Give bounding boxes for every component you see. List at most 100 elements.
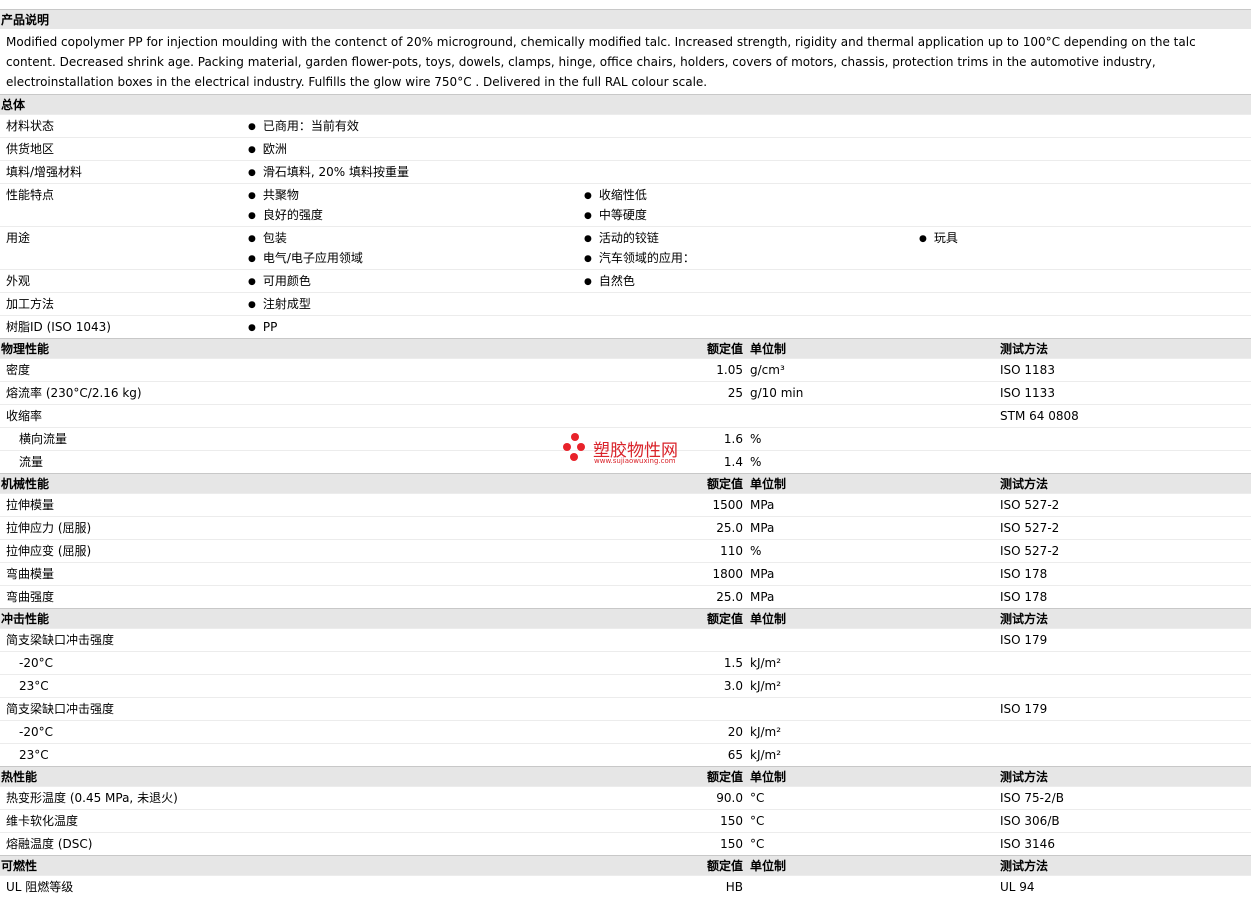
property-unit: kJ/m² <box>750 656 782 670</box>
property-value: 1800 <box>712 567 743 581</box>
bullet-item: 欧洲 <box>248 139 287 159</box>
property-value: HB <box>725 880 743 894</box>
property-row: UL 阻燃等级 HB UL 94 <box>0 875 1251 898</box>
property-value: 25 <box>727 386 743 400</box>
property-row: 拉伸应变 (屈服) 110% ISO 527-2 <box>0 539 1251 562</box>
bullet-item: 玩具 <box>919 228 958 248</box>
property-row: 简支梁缺口冲击强度 ISO 179 <box>0 628 1251 651</box>
test-method: ISO 527-2 <box>1000 544 1060 558</box>
column-header-method: 测试方法 <box>1000 342 1049 356</box>
test-method: ISO 179 <box>1000 702 1048 716</box>
column-header-value: 额定值 <box>706 770 743 784</box>
property-value: 1.4 <box>723 455 743 469</box>
bullet-item: 可用颜色 <box>248 271 311 291</box>
property-label: 维卡软化温度 <box>6 814 79 828</box>
general-rows: 材料状态 已商用：当前有效供货地区 欧洲填料/增强材料 滑石填料, 20% 填料按重量… <box>0 114 1251 338</box>
property-label: 23°C <box>19 748 49 762</box>
test-method: ISO 179 <box>1000 633 1048 647</box>
test-method: ISO 1183 <box>1000 363 1055 377</box>
row-label: 供货地区 <box>6 142 55 156</box>
property-label: 简支梁缺口冲击强度 <box>6 633 115 647</box>
bullet-column: PP <box>248 317 277 337</box>
section-title: 产品说明 <box>1 13 50 27</box>
section-title: 机械性能 <box>1 477 50 491</box>
property-unit: MPa <box>750 521 775 535</box>
bullet-item: 电气/电子应用领域 <box>248 248 363 268</box>
property-unit: % <box>750 455 762 469</box>
column-header-unit: 单位制 <box>750 612 787 626</box>
bullet-item: 滑石填料, 20% 填料按重量 <box>248 162 409 182</box>
general-row: 材料状态 已商用：当前有效 <box>0 114 1251 137</box>
property-unit: g/10 min <box>750 386 804 400</box>
property-label: 密度 <box>6 363 31 377</box>
bullet-item: 已商用：当前有效 <box>248 116 359 136</box>
column-header-value: 额定值 <box>706 342 743 356</box>
bullet-column: 可用颜色 <box>248 271 311 291</box>
general-row: 用途 包装电气/电子应用领域 活动的铰链汽车领域的应用： 玩具 <box>0 226 1251 269</box>
general-row: 供货地区 欧洲 <box>0 137 1251 160</box>
column-header-value: 额定值 <box>706 859 743 873</box>
property-value: 25.0 <box>716 590 743 604</box>
property-label: 熔流率 (230°C/2.16 kg) <box>6 386 142 400</box>
property-unit: °C <box>750 791 765 805</box>
property-label: 简支梁缺口冲击强度 <box>6 702 115 716</box>
section-header: 物理性能 额定值 单位制 测试方法 <box>0 338 1251 358</box>
property-row: 23°C 65 kJ/m² <box>0 743 1251 766</box>
property-value: 65 <box>727 748 743 762</box>
property-label: 拉伸应力 (屈服) <box>6 521 92 535</box>
row-label: 外观 <box>6 274 31 288</box>
section-title: 冲击性能 <box>1 612 50 626</box>
property-value: 20 <box>727 725 743 739</box>
property-row: 弯曲强度 25.0 MPa ISO 178 <box>0 585 1251 608</box>
bullet-item: PP <box>248 317 277 337</box>
property-row: 熔流率 (230°C/2.16 kg) 25 g/10 min ISO 1133 <box>0 381 1251 404</box>
property-value: 1.6 <box>723 432 743 446</box>
property-label: -20°C <box>19 656 53 670</box>
property-label: 拉伸模量 <box>6 498 55 512</box>
bullet-item: 活动的铰链 <box>584 228 695 248</box>
test-method: ISO 178 <box>1000 567 1048 581</box>
bullet-item: 中等硬度 <box>584 205 647 225</box>
property-value: 3.0 <box>723 679 743 693</box>
column-header-method: 测试方法 <box>1000 612 1049 626</box>
test-method: ISO 178 <box>1000 590 1048 604</box>
bullet-item: 自然色 <box>584 271 635 291</box>
column-header-unit: 单位制 <box>750 477 787 491</box>
bullet-column: 玩具 <box>919 228 958 248</box>
property-label: 熔融温度 (DSC) <box>6 837 93 851</box>
test-method: ISO 527-2 <box>1000 521 1060 535</box>
property-value: 1.05 <box>716 363 743 377</box>
property-row: -20°C 20 kJ/m² <box>0 720 1251 743</box>
row-label: 材料状态 <box>6 119 55 133</box>
property-row: 维卡软化温度 150 °C ISO 306/B <box>0 809 1251 832</box>
column-header-unit: 单位制 <box>750 859 787 873</box>
property-row: 熔融温度 (DSC) 150 °C ISO 3146 <box>0 832 1251 855</box>
property-row: 23°C 3.0 kJ/m² <box>0 674 1251 697</box>
column-header-value: 额定值 <box>706 477 743 491</box>
bullet-column: 滑石填料, 20% 填料按重量 <box>248 162 409 182</box>
property-unit: kJ/m² <box>750 679 782 693</box>
property-label: 弯曲强度 <box>6 590 55 604</box>
property-sections: 物理性能 额定值 单位制 测试方法 密度 1.05 g/cm³ ISO 1183 熔流率 (23… <box>0 338 1251 898</box>
bullet-item: 注射成型 <box>248 294 311 314</box>
property-row: 简支梁缺口冲击强度 ISO 179 <box>0 697 1251 720</box>
section-header: 可燃性 额定值 单位制 测试方法 <box>0 855 1251 875</box>
column-header-unit: 单位制 <box>750 342 787 356</box>
bullet-column: 欧洲 <box>248 139 287 159</box>
section-title: 可燃性 <box>1 859 38 873</box>
test-method: ISO 306/B <box>1000 814 1060 828</box>
property-label: UL 阻燃等级 <box>6 880 74 894</box>
test-method: UL 94 <box>1000 880 1035 894</box>
general-row: 加工方法 注射成型 <box>0 292 1251 315</box>
property-label: 拉伸应变 (屈服) <box>6 544 92 558</box>
section-title: 物理性能 <box>1 342 50 356</box>
watermark-url: www.sujiaowuxing.com <box>594 457 676 465</box>
test-method: STM 64 0808 <box>1000 409 1079 423</box>
product-description-header: 产品说明 <box>0 9 1251 29</box>
property-value: 150 <box>720 814 743 828</box>
row-label: 性能特点 <box>6 188 55 202</box>
property-value: 150 <box>720 837 743 851</box>
section-title: 总体 <box>1 98 26 112</box>
general-row: 外观 可用颜色 自然色 <box>0 269 1251 292</box>
section-header: 热性能 额定值 单位制 测试方法 <box>0 766 1251 786</box>
